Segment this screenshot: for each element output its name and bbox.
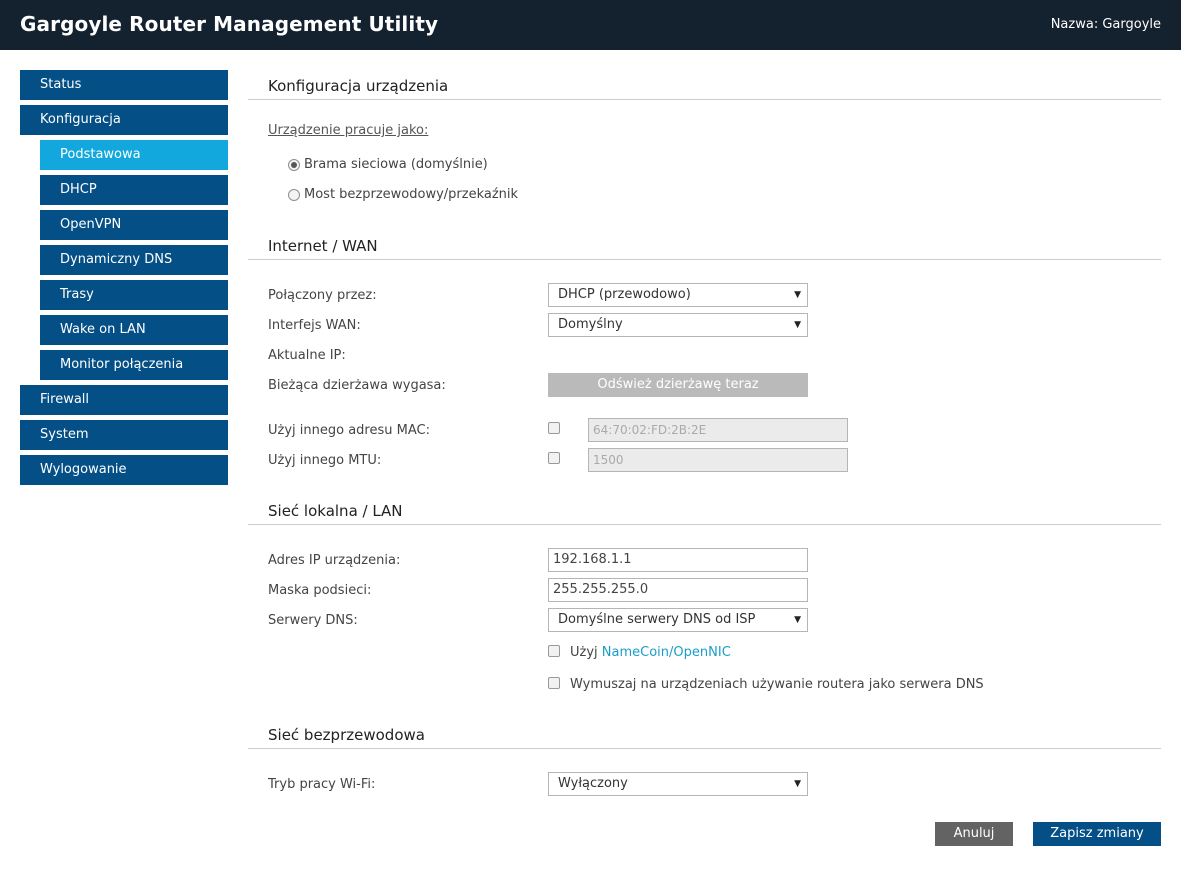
radio-bridge[interactable] <box>288 188 300 201</box>
device-section-divider <box>248 99 1161 100</box>
wifi-mode-value: Wyłączony <box>558 776 628 791</box>
nav-item-status[interactable]: Status <box>20 70 228 100</box>
nav-item-wake-on-lan[interactable]: Wake on LAN <box>40 315 228 345</box>
radio-gateway-row[interactable]: Brama sieciowa (domyślnie) <box>288 157 488 172</box>
nav-item-konfiguracja[interactable]: Konfiguracja <box>20 105 228 135</box>
wan-connected-via-select[interactable]: DHCP (przewodowo) ▼ <box>548 283 808 307</box>
host-name-label: Nazwa: Gargoyle <box>1050 17 1161 32</box>
wan-mac-checkbox[interactable] <box>548 422 560 434</box>
wan-lease-label: Bieżąca dzierżawa wygasa: <box>268 378 446 393</box>
chevron-down-icon: ▼ <box>794 779 801 789</box>
nav-item-podstawowa[interactable]: Podstawowa <box>40 140 228 170</box>
namecoin-checkbox[interactable] <box>548 645 560 657</box>
wan-section-divider <box>248 259 1161 260</box>
namecoin-option: Użyj NameCoin/OpenNIC <box>570 645 731 660</box>
nav-item-dynamic-dns[interactable]: Dynamiczny DNS <box>40 245 228 275</box>
lan-section-divider <box>248 524 1161 525</box>
nav-item-openvpn[interactable]: OpenVPN <box>40 210 228 240</box>
wan-connected-via-label: Połączony przez: <box>268 288 377 303</box>
radio-gateway-label: Brama sieciowa (domyślnie) <box>304 157 488 172</box>
wan-mtu-label: Użyj innego MTU: <box>268 453 382 468</box>
wan-section-title: Internet / WAN <box>268 237 378 255</box>
sidebar-nav: Status Konfiguracja Podstawowa DHCP Open… <box>20 70 228 490</box>
lan-ip-label: Adres IP urządzenia: <box>268 553 401 568</box>
wan-mac-label: Użyj innego adresu MAC: <box>268 423 430 438</box>
nav-item-dhcp[interactable]: DHCP <box>40 175 228 205</box>
radio-bridge-label: Most bezprzewodowy/przekaźnik <box>304 187 519 202</box>
app-title: Gargoyle Router Management Utility <box>20 12 439 36</box>
chevron-down-icon: ▼ <box>794 290 801 300</box>
namecoin-link[interactable]: NameCoin/OpenNIC <box>602 645 731 660</box>
lan-mask-input[interactable]: 255.255.255.0 <box>548 578 808 602</box>
wan-interface-select[interactable]: Domyślny ▼ <box>548 313 808 337</box>
wifi-mode-select[interactable]: Wyłączony ▼ <box>548 772 808 796</box>
wan-interface-label: Interfejs WAN: <box>268 318 361 333</box>
nav-item-logout[interactable]: Wylogowanie <box>20 455 228 485</box>
nav-item-firewall[interactable]: Firewall <box>20 385 228 415</box>
renew-lease-button[interactable]: Odśwież dzierżawę teraz <box>548 373 808 397</box>
device-section-title: Konfiguracja urządzenia <box>268 77 449 95</box>
cancel-button[interactable]: Anuluj <box>935 822 1013 846</box>
wan-connected-via-value: DHCP (przewodowo) <box>558 287 691 302</box>
lan-dns-select[interactable]: Domyślne serwery DNS od ISP ▼ <box>548 608 808 632</box>
chevron-down-icon: ▼ <box>794 615 801 625</box>
lan-dns-label: Serwery DNS: <box>268 613 358 628</box>
wan-current-ip-label: Aktualne IP: <box>268 348 346 363</box>
nav-item-routes[interactable]: Trasy <box>40 280 228 310</box>
chevron-down-icon: ▼ <box>794 320 801 330</box>
wifi-section-divider <box>248 748 1161 749</box>
nav-item-connection-monitor[interactable]: Monitor połączenia <box>40 350 228 380</box>
lan-section-title: Sieć lokalna / LAN <box>268 502 403 520</box>
radio-gateway[interactable] <box>288 158 300 171</box>
wan-mac-input[interactable]: 64:70:02:FD:2B:2E <box>588 418 848 442</box>
force-dns-checkbox[interactable] <box>548 677 560 689</box>
namecoin-prefix: Użyj <box>570 645 598 660</box>
device-mode-label: Urządzenie pracuje jako: <box>268 123 429 138</box>
top-bar: Gargoyle Router Management Utility Nazwa… <box>0 0 1181 50</box>
force-dns-label: Wymuszaj na urządzeniach używanie router… <box>570 677 984 692</box>
save-button[interactable]: Zapisz zmiany <box>1033 822 1161 846</box>
wifi-section-title: Sieć bezprzewodowa <box>268 726 425 744</box>
nav-item-system[interactable]: System <box>20 420 228 450</box>
lan-mask-label: Maska podsieci: <box>268 583 372 598</box>
lan-dns-value: Domyślne serwery DNS od ISP <box>558 612 756 627</box>
wan-mtu-input[interactable]: 1500 <box>588 448 848 472</box>
lan-ip-input[interactable]: 192.168.1.1 <box>548 548 808 572</box>
wan-interface-value: Domyślny <box>558 317 623 332</box>
radio-bridge-row[interactable]: Most bezprzewodowy/przekaźnik <box>288 187 518 202</box>
wifi-mode-label: Tryb pracy Wi-Fi: <box>268 777 376 792</box>
wan-mtu-checkbox[interactable] <box>548 452 560 464</box>
